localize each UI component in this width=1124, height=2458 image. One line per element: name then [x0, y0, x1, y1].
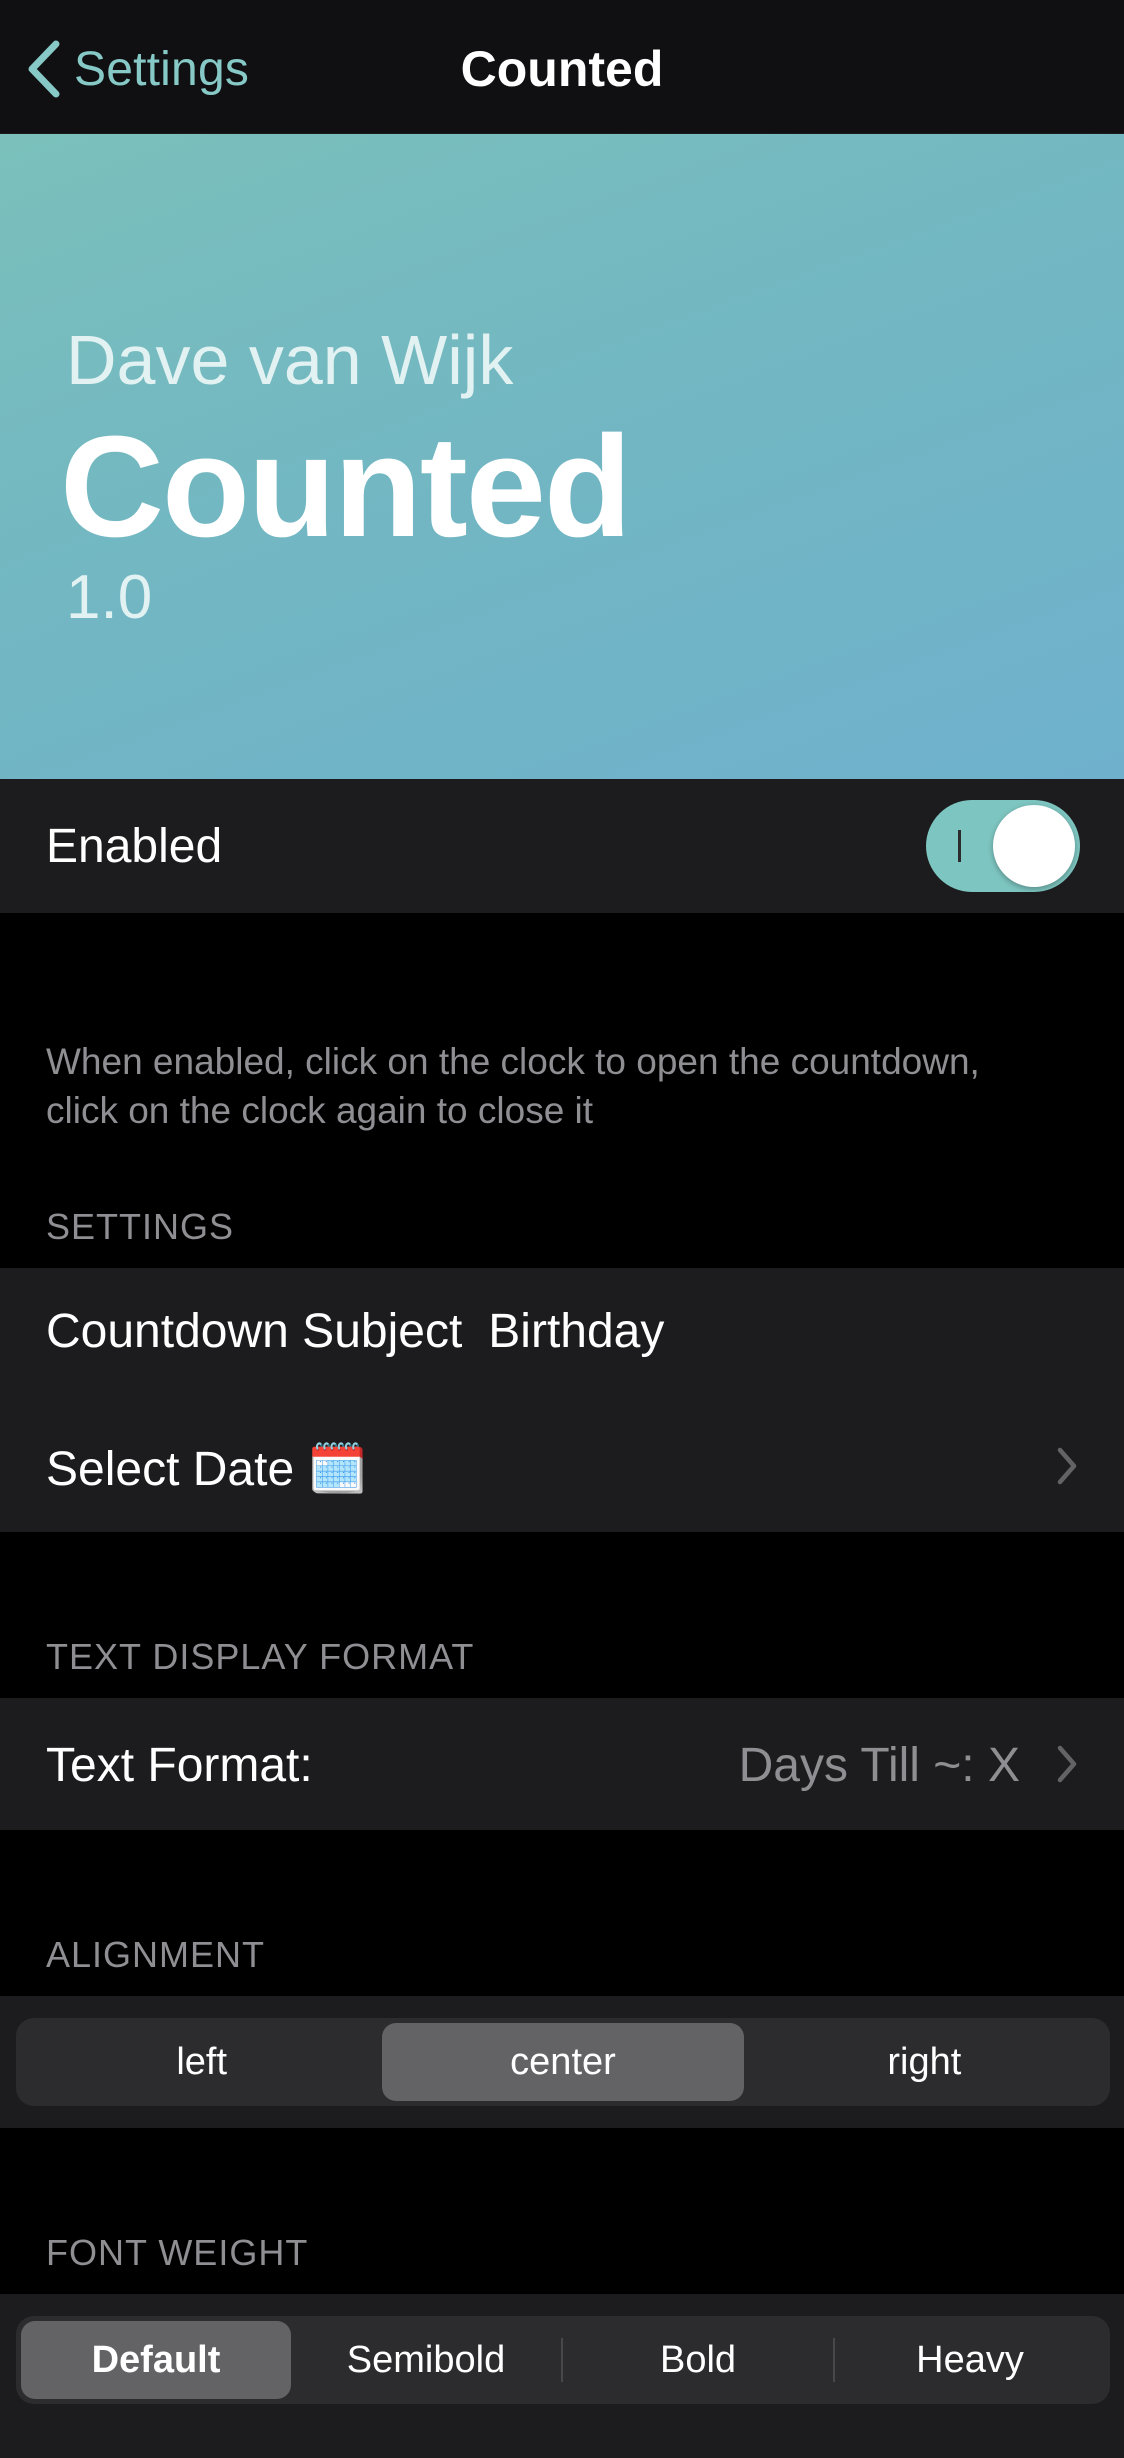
enabled-toggle[interactable]	[926, 800, 1080, 892]
alignment-cell: left center right	[0, 1996, 1124, 2128]
select-date-label: Select Date 🗓️	[46, 1443, 368, 1496]
settings-group: Countdown Subject Birthday Select Date 🗓…	[0, 1268, 1124, 1532]
settings-section-header: SETTINGS	[46, 1206, 235, 1247]
font-weight-option-heavy[interactable]: Heavy	[835, 2321, 1105, 2399]
toggle-on-indicator	[958, 830, 961, 862]
font-weight-option-default[interactable]: Default	[21, 2321, 291, 2399]
countdown-subject-input[interactable]: Birthday	[488, 1304, 664, 1359]
select-date-row[interactable]: Select Date 🗓️	[0, 1400, 1124, 1532]
text-format-row[interactable]: Text Format: Days Till ~: X	[0, 1698, 1124, 1830]
banner-version: 1.0	[66, 563, 153, 632]
enabled-footer-text: When enabled, click on the clock to open…	[46, 1041, 980, 1131]
font-weight-cell: Default Semibold Bold Heavy	[0, 2294, 1124, 2458]
font-weight-segmented-control: Default Semibold Bold Heavy	[16, 2316, 1110, 2404]
navigation-bar: Settings Counted	[0, 0, 1124, 134]
text-display-section-header: TEXT DISPLAY FORMAT	[46, 1636, 475, 1677]
text-format-value: Days Till ~: X	[738, 1739, 1020, 1792]
banner-author: Dave van Wijk	[66, 321, 514, 399]
enabled-cell: Enabled	[0, 779, 1124, 913]
alignment-option-center[interactable]: center	[382, 2023, 744, 2101]
banner-title: Counted	[60, 406, 632, 567]
chevron-right-icon	[1057, 1447, 1077, 1485]
page-title: Counted	[460, 41, 664, 97]
enabled-label: Enabled	[46, 820, 223, 873]
font-weight-section-header: FONT WEIGHT	[46, 2232, 309, 2273]
text-format-label: Text Format:	[46, 1739, 313, 1792]
countdown-subject-label: Countdown Subject	[46, 1305, 463, 1358]
font-weight-option-bold[interactable]: Bold	[563, 2321, 833, 2399]
alignment-section-header: ALIGNMENT	[46, 1934, 266, 1975]
alignment-segmented-control: left center right	[16, 2018, 1110, 2106]
font-weight-option-semibold[interactable]: Semibold	[291, 2321, 561, 2399]
countdown-subject-row[interactable]: Countdown Subject Birthday	[46, 1304, 664, 1359]
tweak-banner: Dave van Wijk Counted 1.0	[0, 134, 1124, 779]
toggle-knob	[993, 805, 1075, 887]
chevron-right-icon	[1057, 1745, 1077, 1783]
alignment-option-left[interactable]: left	[21, 2023, 382, 2101]
alignment-option-right[interactable]: right	[744, 2023, 1105, 2101]
